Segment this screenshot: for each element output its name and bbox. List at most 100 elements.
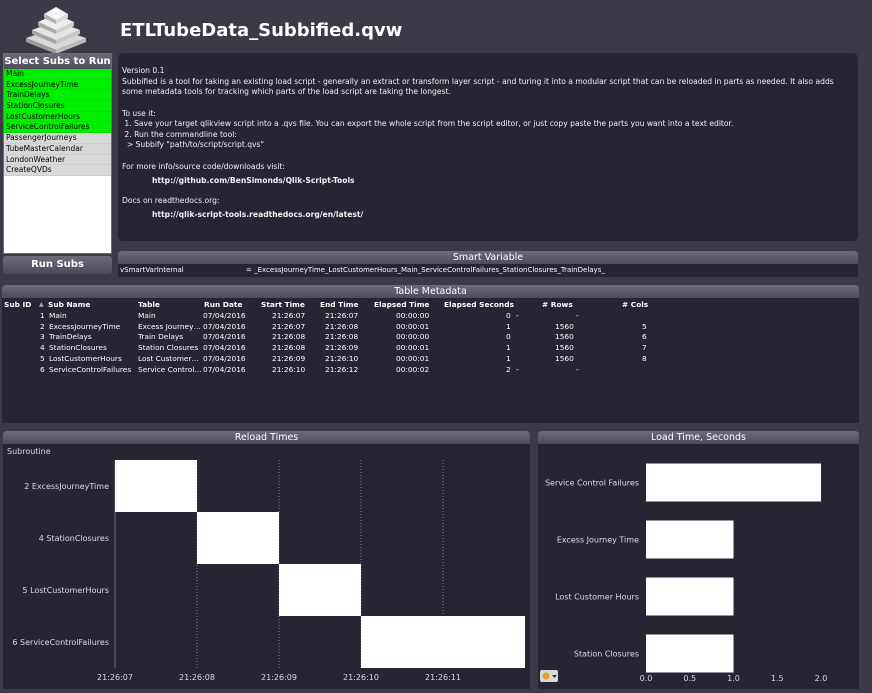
table-cell[interactable]: 00:00:01: [396, 354, 429, 363]
table-cell[interactable]: ExcessJourneyTime: [49, 322, 120, 331]
table-cell[interactable]: 4: [40, 343, 45, 352]
chart-options-icon[interactable]: [540, 670, 558, 682]
table-cell[interactable]: 0: [506, 332, 511, 341]
table-cell[interactable]: 3: [40, 332, 45, 341]
table-cell[interactable]: Station Closures: [138, 343, 198, 352]
table-cell[interactable]: StationClosures: [49, 343, 107, 352]
table-cell[interactable]: 07/04/2016: [203, 343, 246, 352]
table-metadata-table[interactable]: Sub ID Sub Name Table Run Date Start Time End…: [2, 298, 859, 423]
table-cell[interactable]: 6: [40, 365, 45, 374]
table-cell[interactable]: 21:26:10: [272, 365, 305, 374]
table-cell[interactable]: 1560: [555, 332, 574, 341]
column-header[interactable]: Table: [138, 300, 160, 309]
table-cell[interactable]: 0: [506, 311, 511, 320]
load-time-bar[interactable]: [646, 520, 734, 559]
subs-list[interactable]: Main ExcessJourneyTime TrainDelays StationC…: [4, 69, 111, 176]
table-cell[interactable]: -: [516, 311, 519, 320]
table-cell[interactable]: 5: [40, 354, 45, 363]
table-cell[interactable]: 1: [506, 354, 511, 363]
column-header[interactable]: # Rows: [542, 300, 573, 309]
table-cell[interactable]: 00:00:01: [396, 322, 429, 331]
table-cell[interactable]: 07/04/2016: [203, 365, 246, 374]
table-cell[interactable]: 2: [40, 322, 45, 331]
table-cell[interactable]: Train Delays: [138, 332, 183, 341]
gantt-bar[interactable]: [197, 512, 279, 564]
table-cell[interactable]: Excess Journey…: [138, 322, 201, 331]
table-cell[interactable]: 21:26:07: [325, 311, 358, 320]
table-cell[interactable]: Main: [49, 311, 67, 320]
table-cell[interactable]: 1560: [555, 354, 574, 363]
load-time-bar[interactable]: [646, 577, 734, 616]
table-cell[interactable]: 00:00:02: [396, 365, 429, 374]
table-cell[interactable]: 00:00:00: [396, 311, 429, 320]
select-subs-listbox[interactable]: Select Subs to Run Main ExcessJourneyTime…: [3, 53, 112, 254]
table-cell[interactable]: 7: [642, 343, 647, 352]
table-cell[interactable]: Main: [138, 311, 156, 320]
sub-item[interactable]: StationClosures: [4, 101, 111, 112]
table-cell[interactable]: 07/04/2016: [203, 332, 246, 341]
table-cell[interactable]: 1: [40, 311, 45, 320]
table-cell[interactable]: LostCustomerHours: [49, 354, 122, 363]
table-cell[interactable]: 21:26:08: [325, 322, 358, 331]
reload-times-caption[interactable]: Reload Times: [3, 431, 530, 444]
table-cell[interactable]: 07/04/2016: [203, 354, 246, 363]
load-time-caption[interactable]: Load Time, Seconds: [538, 431, 859, 444]
table-metadata-caption[interactable]: Table Metadata: [2, 285, 859, 298]
table-cell[interactable]: -: [576, 365, 579, 374]
table-cell[interactable]: 6: [642, 332, 647, 341]
table-cell[interactable]: -: [516, 365, 519, 374]
docs-link[interactable]: http://qlik-script-tools.readthedocs.org…: [122, 210, 855, 221]
column-header[interactable]: # Cols: [622, 300, 648, 309]
sub-item[interactable]: ExcessJourneyTime: [4, 79, 111, 91]
sub-item[interactable]: TrainDelays: [4, 90, 111, 102]
table-cell[interactable]: 21:26:07: [272, 322, 305, 331]
gantt-bar[interactable]: [115, 460, 197, 512]
sub-item[interactable]: ServiceControlFailures: [4, 122, 111, 134]
column-header[interactable]: Sub Name: [48, 300, 90, 309]
table-cell[interactable]: 1560: [555, 343, 574, 352]
column-header[interactable]: Elapsed Time: [374, 300, 429, 309]
table-cell[interactable]: 21:26:10: [325, 354, 358, 363]
table-cell[interactable]: -: [576, 311, 579, 320]
run-subs-button[interactable]: Run Subs: [3, 256, 112, 274]
column-header[interactable]: Sub ID: [4, 300, 31, 309]
table-cell[interactable]: Service Control…: [138, 365, 202, 374]
table-cell[interactable]: 2: [506, 365, 511, 374]
sub-item[interactable]: PassengerJourneys: [4, 133, 111, 144]
load-time-chart[interactable]: Service Control Failures Excess Journey T…: [538, 444, 859, 689]
column-header[interactable]: End Time: [320, 300, 358, 309]
table-cell[interactable]: 21:26:08: [272, 332, 305, 341]
gantt-bar[interactable]: [279, 564, 361, 616]
table-cell[interactable]: 00:00:00: [396, 332, 429, 341]
load-time-bar[interactable]: [646, 463, 821, 502]
table-cell[interactable]: ServiceControlFailures: [49, 365, 131, 374]
column-header[interactable]: Start Time: [261, 300, 305, 309]
sub-item[interactable]: TubeMasterCalendar: [4, 143, 111, 155]
column-header[interactable]: Run Date: [204, 300, 242, 309]
table-cell[interactable]: 1: [506, 322, 511, 331]
table-cell[interactable]: 21:26:08: [272, 343, 305, 352]
gantt-bar[interactable]: [361, 616, 525, 668]
table-cell[interactable]: 00:00:01: [396, 343, 429, 352]
sub-item[interactable]: Main: [4, 69, 111, 80]
sort-ascending-icon[interactable]: ▲: [39, 301, 44, 308]
table-cell[interactable]: Lost Customer…: [138, 354, 199, 363]
sub-item[interactable]: LostCustomerHours: [4, 111, 111, 123]
table-cell[interactable]: TrainDelays: [49, 332, 92, 341]
table-cell[interactable]: 5: [642, 322, 647, 331]
table-cell[interactable]: 21:26:12: [325, 365, 358, 374]
table-cell[interactable]: 1560: [555, 322, 574, 331]
table-cell[interactable]: 21:26:09: [325, 343, 358, 352]
table-cell[interactable]: 21:26:09: [272, 354, 305, 363]
table-cell[interactable]: 1: [506, 343, 511, 352]
smart-variable-caption[interactable]: Smart Variable: [118, 251, 858, 264]
table-cell[interactable]: 21:26:08: [325, 332, 358, 341]
table-cell[interactable]: 07/04/2016: [203, 322, 246, 331]
load-time-bar[interactable]: [646, 634, 734, 673]
sub-item[interactable]: LondonWeather: [4, 154, 111, 166]
sub-item[interactable]: CreateQVDs: [4, 165, 111, 176]
table-cell[interactable]: 21:26:07: [272, 311, 305, 320]
table-cell[interactable]: 8: [642, 354, 647, 363]
reload-times-chart[interactable]: Subroutine 2 ExcessJourneyTime 4 StationCl…: [3, 444, 530, 689]
github-link[interactable]: http://github.com/BenSimonds/Qlik-Script…: [122, 176, 855, 187]
